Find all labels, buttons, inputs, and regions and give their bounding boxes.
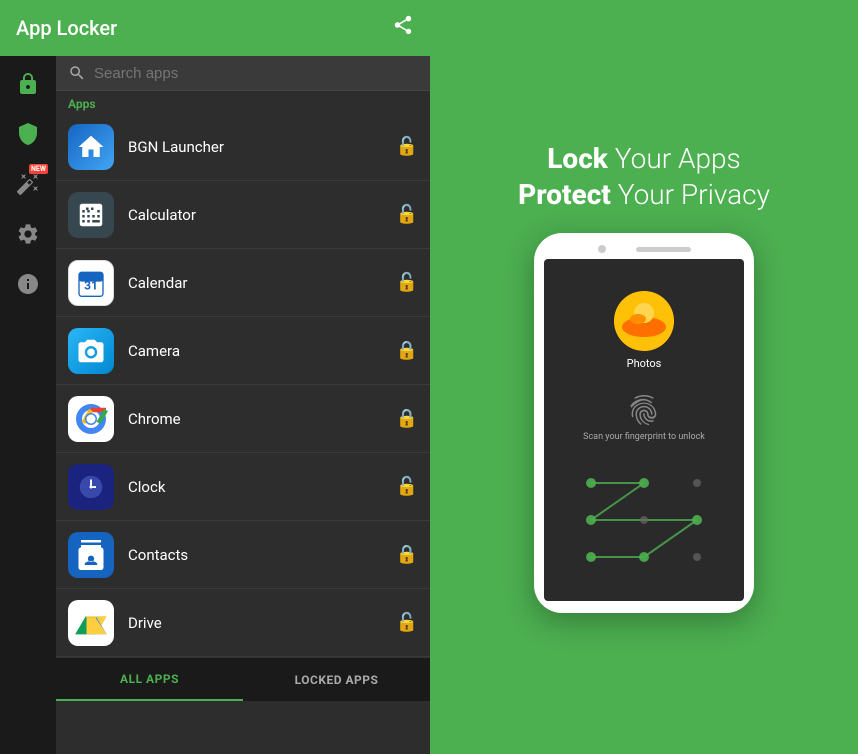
- list-item-clock[interactable]: Clock 🔓: [56, 453, 430, 521]
- list-item-bgn[interactable]: BGN Launcher 🔓: [56, 113, 430, 181]
- photos-label: Photos: [627, 357, 662, 370]
- app-name-clock: Clock: [128, 478, 396, 496]
- sidebar: NEW: [0, 56, 56, 754]
- app-title: App Locker: [16, 16, 117, 40]
- list-item-calculator[interactable]: Calculator 🔓: [56, 181, 430, 249]
- share-icon[interactable]: [392, 14, 414, 42]
- search-input[interactable]: [94, 65, 418, 82]
- list-item-chrome[interactable]: Chrome 🔒: [56, 385, 430, 453]
- sidebar-icon-lock[interactable]: [8, 64, 48, 104]
- sidebar-icon-settings[interactable]: [8, 214, 48, 254]
- lock-icon-calculator: 🔓: [396, 204, 418, 226]
- search-icon: [68, 64, 86, 82]
- left-panel: App Locker NEW: [0, 0, 430, 754]
- new-badge: NEW: [29, 164, 48, 174]
- app-name-calculator: Calculator: [128, 206, 396, 224]
- list-item-calendar[interactable]: 31 Calendar 🔓: [56, 249, 430, 317]
- photos-app-icon: [614, 291, 674, 351]
- lock-icon-clock: 🔓: [396, 476, 418, 498]
- lock-icon-bgn: 🔓: [396, 136, 418, 158]
- phone-app-area: Photos: [614, 291, 674, 370]
- lock-icon-contacts: 🔒: [396, 544, 418, 566]
- app-name-contacts: Contacts: [128, 546, 396, 564]
- phone-mockup: Photos Scan your fingerprint to unlock: [534, 233, 754, 613]
- bottom-tabs: ALL APPS LOCKED APPS: [56, 657, 430, 701]
- tab-locked-apps[interactable]: LOCKED APPS: [243, 658, 430, 701]
- fingerprint-icon: [626, 392, 662, 428]
- lock-icon-camera: 🔒: [396, 340, 418, 362]
- section-label-apps: Apps: [56, 91, 430, 113]
- app-name-camera: Camera: [128, 342, 396, 360]
- app-icon-bgn: [68, 124, 114, 170]
- list-item-camera[interactable]: Camera 🔒: [56, 317, 430, 385]
- app-name-chrome: Chrome: [128, 410, 396, 428]
- header-bar: App Locker: [0, 0, 430, 56]
- phone-speaker: [636, 247, 691, 252]
- pattern-lock-area: [564, 465, 724, 575]
- lock-icon-drive: 🔓: [396, 612, 418, 634]
- app-icon-contacts: [68, 532, 114, 578]
- search-bar: [56, 56, 430, 91]
- app-name-calendar: Calendar: [128, 274, 396, 292]
- fingerprint-label: Scan your fingerprint to unlock: [583, 432, 705, 442]
- app-icon-camera: [68, 328, 114, 374]
- app-icon-clock: [68, 464, 114, 510]
- tab-all-apps[interactable]: ALL APPS: [56, 658, 243, 701]
- phone-camera-dot: [598, 245, 606, 253]
- pattern-lines-svg: [564, 465, 724, 575]
- app-list-area: Apps BGN Launcher 🔓 Calculator 🔓 31: [56, 56, 430, 754]
- fingerprint-area: Scan your fingerprint to unlock: [583, 392, 705, 442]
- app-icon-chrome: [68, 396, 114, 442]
- app-icon-drive: [68, 600, 114, 646]
- app-icon-calculator: [68, 192, 114, 238]
- app-content: NEW Apps BGN: [0, 56, 430, 754]
- svg-text:31: 31: [84, 278, 98, 292]
- lock-icon-calendar: 🔓: [396, 272, 418, 294]
- phone-screen: Photos Scan your fingerprint to unlock: [544, 259, 744, 601]
- app-name-bgn: BGN Launcher: [128, 138, 396, 156]
- list-item-contacts[interactable]: Contacts 🔒: [56, 521, 430, 589]
- lock-icon-chrome: 🔒: [396, 408, 418, 430]
- right-panel: Lock Your Apps Protect Your Privacy Phot…: [430, 0, 858, 754]
- sidebar-icon-magic[interactable]: NEW: [8, 164, 48, 204]
- app-name-drive: Drive: [128, 614, 396, 632]
- sidebar-icon-shield[interactable]: [8, 114, 48, 154]
- list-item-drive[interactable]: Drive 🔓: [56, 589, 430, 657]
- app-icon-calendar: 31: [68, 260, 114, 306]
- sidebar-icon-info[interactable]: [8, 264, 48, 304]
- promo-text: Lock Your Apps Protect Your Privacy: [518, 141, 770, 214]
